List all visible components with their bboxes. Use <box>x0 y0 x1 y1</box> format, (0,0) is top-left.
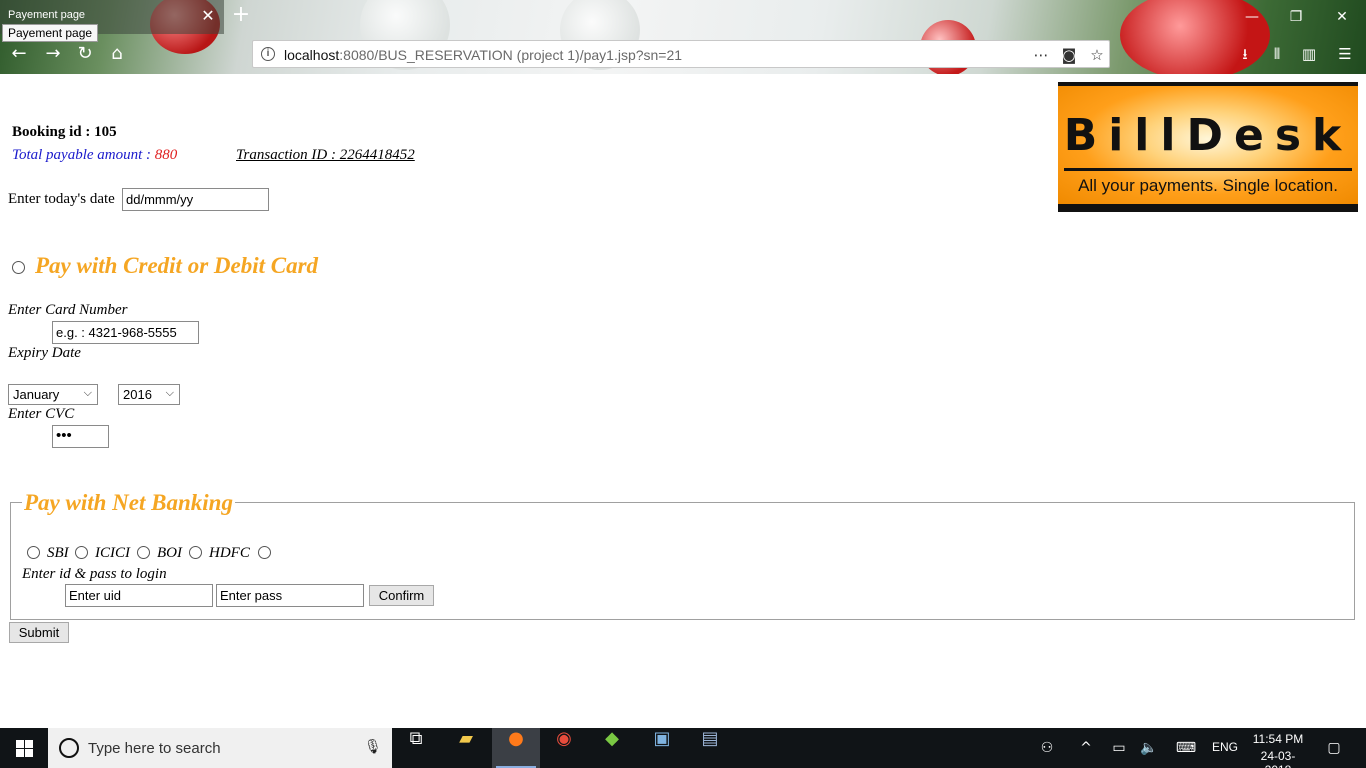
page-actions-icon[interactable]: ⋯ <box>1031 45 1051 65</box>
virtualbox-icon[interactable]: ▣ <box>638 728 686 768</box>
start-pane <box>16 749 24 757</box>
booking-id: Booking id : 105 <box>12 124 117 140</box>
bank-radio-hdfc[interactable] <box>189 546 202 559</box>
keyboard-icon[interactable]: ⌨ <box>1172 728 1200 768</box>
taskbar-search-box[interactable]: Type here to search 🎙 <box>48 728 392 768</box>
address-bar[interactable]: i localhost:8080/BUS_RESERVATION (projec… <box>252 40 1110 68</box>
chevron-down-icon: ⌵ <box>83 386 92 399</box>
file-explorer-icon[interactable]: ▰ <box>442 728 490 768</box>
card-number-label: Enter Card Number <box>8 302 128 318</box>
library-icon[interactable]: ⫴ <box>1266 44 1288 64</box>
windows-taskbar: Type here to search 🎙 ⧉ ▰ ● ◉ ◆ ▣ ▤ ⚇ ^ … <box>0 728 1366 768</box>
start-windows-icon[interactable] <box>0 728 48 768</box>
net-banking-heading: Pay with Net Banking <box>22 490 235 516</box>
month-value: January <box>13 387 60 402</box>
expiry-label: Expiry Date <box>8 345 81 361</box>
notifications-icon[interactable]: ▢ <box>1318 728 1350 768</box>
cvc-input[interactable]: ••• <box>52 425 109 448</box>
bank-radio-sbi[interactable] <box>27 546 40 559</box>
task-view-icon[interactable]: ⧉ <box>392 728 440 768</box>
sidebar-icon[interactable]: ▥ <box>1298 44 1320 64</box>
confirm-button[interactable]: Confirm <box>369 585 434 606</box>
url-host: localhost <box>284 47 340 63</box>
card-payment-heading: Pay with Credit or Debit Card <box>35 253 319 278</box>
volume-icon[interactable]: 🔈 <box>1138 728 1160 768</box>
year-value: 2016 <box>123 387 152 402</box>
input-language[interactable]: ENG <box>1212 740 1238 754</box>
bank-label-boi: BOI <box>157 545 182 561</box>
start-pane <box>16 740 24 748</box>
firefox-icon[interactable]: ● <box>492 728 540 768</box>
tab-tooltip: Payement page <box>2 24 99 42</box>
back-arrow-icon[interactable]: ← <box>6 42 32 66</box>
forward-arrow-icon[interactable]: → <box>40 42 66 66</box>
url-text[interactable]: localhost:8080/BUS_RESERVATION (project … <box>284 47 682 63</box>
close-window-icon[interactable]: ✕ <box>1330 6 1354 28</box>
total-amount: Total payable amount : 880 <box>12 147 177 164</box>
people-icon[interactable]: ⚇ <box>1036 728 1058 768</box>
database-app-icon[interactable]: ▤ <box>686 728 734 768</box>
bank-radio-boi[interactable] <box>137 546 150 559</box>
cvc-label: Enter CVC <box>8 406 75 422</box>
submit-button[interactable]: Submit <box>9 622 69 643</box>
downloads-icon[interactable]: ⭳ <box>1234 44 1256 64</box>
reload-icon[interactable]: ↻ <box>72 42 98 66</box>
bank-label-sbi: SBI <box>47 545 69 561</box>
chevron-up-icon[interactable]: ^ <box>1076 728 1096 768</box>
url-path: :8080/BUS_RESERVATION (project 1)/pay1.j… <box>339 47 683 63</box>
page-content: BillDesk All your payments. Single locat… <box>0 74 1366 728</box>
card-payment-radio[interactable] <box>12 261 25 274</box>
logo-title: BillDesk <box>1063 110 1353 161</box>
site-info-icon[interactable]: i <box>261 47 275 61</box>
uid-input[interactable]: Enter uid <box>65 584 213 607</box>
clock-date[interactable]: 24-03-2018 <box>1248 749 1308 768</box>
login-label: Enter id & pass to login <box>22 566 167 582</box>
amount-label: Total payable amount : <box>12 147 155 163</box>
cortana-icon <box>59 738 79 758</box>
bank-label-icici: ICICI <box>95 545 130 561</box>
billdesk-logo: BillDesk All your payments. Single locat… <box>1058 82 1358 212</box>
bank-radio-extra[interactable] <box>258 546 271 559</box>
clock-time[interactable]: 11:54 PM <box>1252 732 1304 746</box>
microphone-icon[interactable]: 🎙 <box>364 739 382 757</box>
android-studio-icon[interactable]: ◆ <box>588 728 636 768</box>
card-number-input[interactable]: e.g. : 4321-968-5555 <box>52 321 199 344</box>
expiry-year-select[interactable]: 2016 ⌵ <box>118 384 180 405</box>
restore-icon[interactable]: ❐ <box>1284 6 1308 28</box>
chevron-down-icon: ⌵ <box>165 386 174 399</box>
search-placeholder: Type here to search <box>88 740 221 757</box>
date-label: Enter today's date <box>8 191 115 207</box>
menu-icon[interactable]: ☰ <box>1334 44 1356 64</box>
logo-divider <box>1064 168 1352 171</box>
bank-radio-icici[interactable] <box>75 546 88 559</box>
minimize-icon[interactable]: — <box>1240 6 1264 28</box>
logo-background: BillDesk All your payments. Single locat… <box>1058 86 1358 204</box>
transaction-id: Transaction ID : 2264418452 <box>236 147 415 163</box>
bookmark-star-icon[interactable]: ☆ <box>1087 45 1107 65</box>
tab-title: Payement page <box>8 9 86 21</box>
logo-tagline: All your payments. Single location. <box>1078 176 1338 195</box>
bank-label-hdfc: HDFC <box>209 545 250 561</box>
new-tab-plus-icon[interactable]: + <box>230 2 252 28</box>
start-pane <box>25 740 33 748</box>
password-input[interactable]: Enter pass <box>216 584 364 607</box>
browser-chrome: Payement page ✕ Payement page + — ❐ ✕ ← … <box>0 0 1366 74</box>
chrome-icon[interactable]: ◉ <box>540 728 588 768</box>
amount-value: 880 <box>154 147 178 163</box>
battery-icon[interactable]: ▭ <box>1108 728 1130 768</box>
pocket-icon[interactable]: ◙ <box>1059 45 1079 65</box>
start-pane <box>25 749 33 757</box>
tab-close-icon[interactable]: ✕ <box>200 6 216 26</box>
date-input[interactable]: dd/mmm/yy <box>122 188 269 211</box>
expiry-month-select[interactable]: January ⌵ <box>8 384 98 405</box>
home-icon[interactable]: ⌂ <box>104 42 130 66</box>
